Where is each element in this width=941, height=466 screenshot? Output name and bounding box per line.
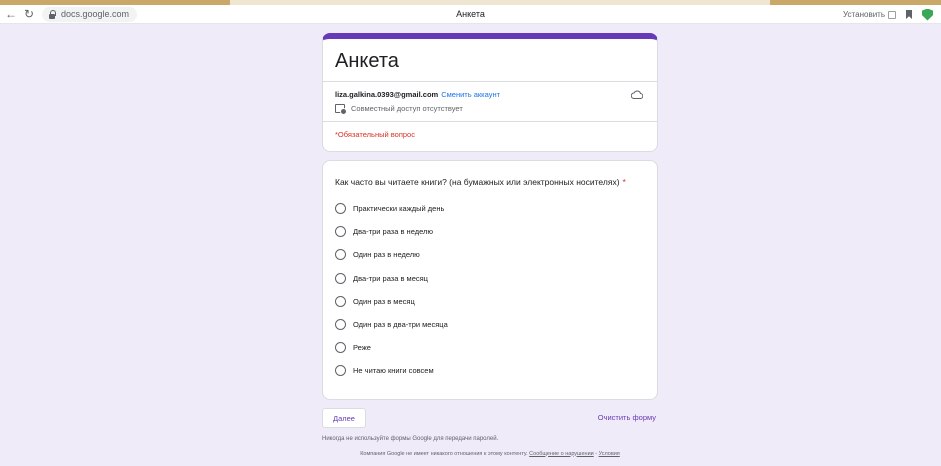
switch-account-link[interactable]: Сменить аккаунт — [441, 90, 500, 99]
form-column: Анкета liza.galkina.0393@gmail.com Смени… — [322, 33, 658, 459]
option-label: Не читаю книги совсем — [353, 366, 434, 376]
question-title: Как часто вы читаете книги? (на бумажных… — [335, 177, 645, 187]
radio-button[interactable] — [335, 226, 346, 238]
option-row[interactable]: Один раз в месяц — [335, 294, 645, 309]
radio-button[interactable] — [335, 318, 346, 330]
lock-icon — [48, 9, 56, 19]
required-note: *Обязательный вопрос — [335, 130, 415, 139]
option-label: Два-три раза в месяц — [353, 273, 428, 283]
option-label: Реже — [353, 343, 371, 353]
option-label: Один раз в два-три месяца — [353, 319, 448, 329]
radio-button[interactable] — [335, 295, 346, 307]
form-footer: Далее Очистить форму — [322, 407, 658, 428]
install-label: Установить — [843, 10, 885, 19]
question-card: Как часто вы читаете книги? (на бумажных… — [322, 160, 658, 400]
option-row[interactable]: Практически каждый день — [335, 201, 645, 216]
disclaimer-text: Компания Google не имеет никакого отноше… — [360, 450, 528, 457]
shield-icon[interactable] — [922, 8, 933, 21]
disclaimer: Компания Google не имеет никакого отноше… — [360, 450, 620, 457]
shared-access-icon — [335, 104, 347, 115]
option-row[interactable]: Два-три раза в месяц — [335, 271, 645, 286]
url-text: docs.google.com — [61, 9, 130, 19]
bookmark-icon[interactable] — [906, 10, 912, 19]
account-row: liza.galkina.0393@gmail.com Сменить акка… — [323, 82, 657, 99]
shared-access-text: Совместный доступ отсутствует — [351, 104, 463, 113]
option-row[interactable]: Один раз в два-три месяца — [335, 317, 645, 332]
address-bar[interactable]: docs.google.com — [42, 6, 137, 22]
reload-icon[interactable]: ↻ — [22, 7, 36, 21]
next-button[interactable]: Далее — [322, 407, 366, 428]
install-icon — [888, 10, 896, 19]
back-arrow-icon[interactable]: ← — [4, 7, 18, 21]
option-label: Один раз в месяц — [353, 296, 415, 306]
option-row[interactable]: Один раз в неделю — [335, 247, 645, 262]
option-label: Практически каждый день — [353, 204, 445, 213]
clear-form-link[interactable]: Очистить форму — [598, 413, 656, 422]
radio-button[interactable] — [335, 342, 346, 354]
page-title: Анкета — [456, 9, 485, 19]
report-abuse-link[interactable]: Сообщение о нарушении — [529, 451, 594, 457]
option-row[interactable]: Реже — [335, 340, 645, 355]
terms-link[interactable]: Условия — [599, 451, 620, 457]
browser-toolbar: ← ↻ docs.google.com Анкета Установить — [0, 5, 941, 24]
option-label: Один раз в неделю — [353, 250, 420, 260]
option-row[interactable]: Не читаю книги совсем — [335, 363, 645, 378]
radio-button[interactable] — [335, 249, 346, 261]
install-button[interactable]: Установить — [843, 10, 896, 19]
required-star: * — [622, 177, 626, 187]
radio-button[interactable] — [335, 365, 346, 377]
form-title: Анкета — [335, 50, 399, 72]
password-warning: Никогда не используйте формы Google для … — [322, 435, 499, 442]
form-header-card: Анкета liza.galkina.0393@gmail.com Смени… — [322, 33, 658, 152]
shared-access-row: Совместный доступ отсутствует — [323, 99, 657, 121]
radio-button[interactable] — [335, 272, 346, 284]
question-text: Как часто вы читаете книги? (на бумажных… — [335, 177, 620, 187]
account-email: liza.galkina.0393@gmail.com — [335, 90, 439, 99]
options-list: Практически каждый день Два-три раза в не… — [335, 201, 645, 378]
cloud-icon — [631, 90, 643, 99]
radio-button[interactable] — [335, 203, 346, 214]
option-row[interactable]: Два-три раза в неделю — [335, 224, 645, 239]
option-label: Два-три раза в неделю — [353, 227, 433, 237]
